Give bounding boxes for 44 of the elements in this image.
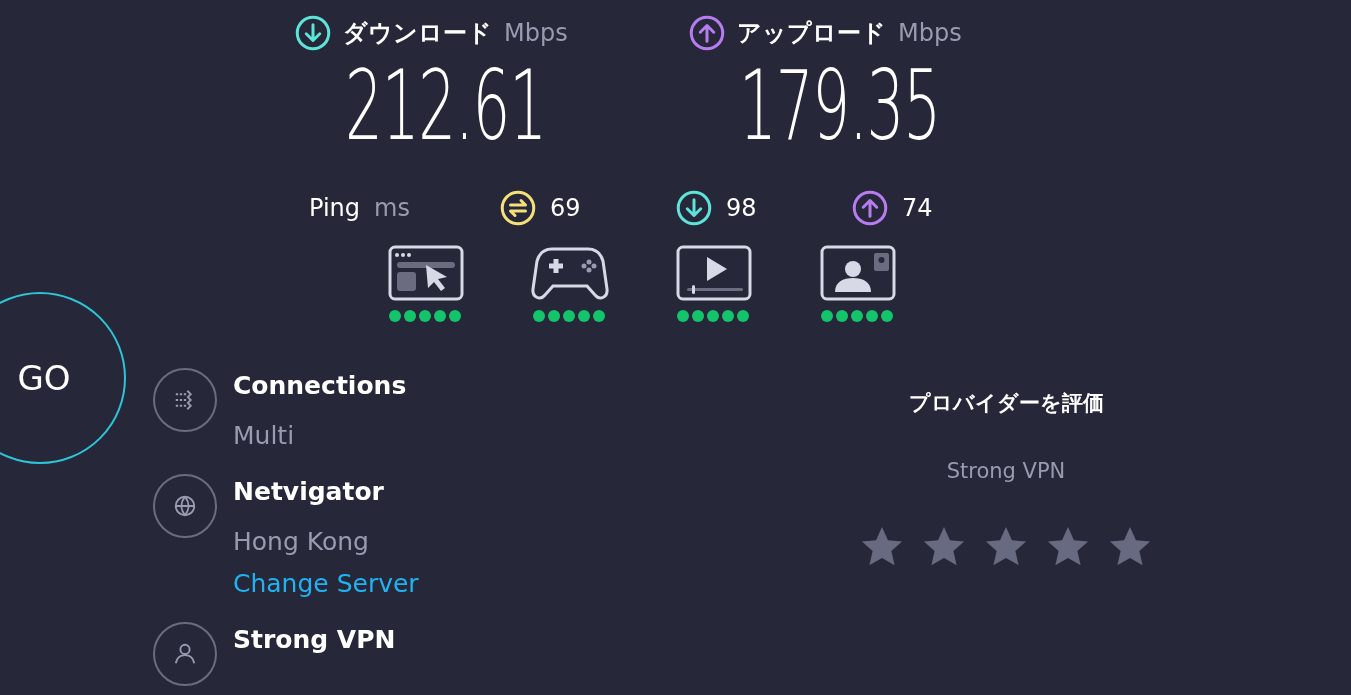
quality-dot — [404, 310, 416, 322]
download-label: ダウンロード — [343, 18, 492, 49]
server-title: Netvigator — [233, 476, 385, 508]
quality-dot — [866, 310, 878, 322]
quality-dot — [434, 310, 446, 322]
upload-speed: 179.35 — [739, 58, 940, 154]
quality-dot — [449, 310, 461, 322]
quality-dot — [851, 310, 863, 322]
quality-dot — [677, 310, 689, 322]
unit-label: Mbps — [504, 18, 568, 49]
ping-label: Ping — [309, 193, 361, 224]
browser-cursor-icon — [387, 244, 465, 302]
quality-dot — [836, 310, 848, 322]
upload-ping-value: 74 — [902, 193, 933, 224]
quality-dot — [533, 310, 545, 322]
quality-dot — [419, 310, 431, 322]
rating-title: プロバイダーを評価 — [908, 390, 1104, 417]
quality-dot — [563, 310, 575, 322]
server-subtitle: Hong Kong — [233, 526, 370, 558]
quality-dot — [593, 310, 605, 322]
quality-dot — [578, 310, 590, 322]
unit-label: ms — [374, 193, 410, 224]
change-server-link[interactable]: Change Server — [233, 566, 419, 602]
quality-dot — [821, 310, 833, 322]
quality-dot — [707, 310, 719, 322]
upload-label: アップロード — [737, 18, 886, 49]
quality-dot — [722, 310, 734, 322]
quality-dot — [692, 310, 704, 322]
provider-title: Strong VPN — [233, 624, 396, 656]
exchange-arrows-icon — [500, 190, 536, 226]
video-call-icon — [819, 244, 897, 302]
jitter-ping-value: 69 — [550, 193, 581, 224]
go-button[interactable]: GO — [0, 292, 126, 464]
connections-subtitle: Multi — [233, 420, 296, 452]
download-speed: 212.61 — [345, 58, 546, 154]
quality-dot — [548, 310, 560, 322]
quality-dot — [737, 310, 749, 322]
unit-label: Mbps — [898, 18, 962, 49]
quality-dot — [881, 310, 893, 322]
download-ping-value: 98 — [726, 193, 757, 224]
video-player-icon — [675, 244, 753, 302]
quality-dot — [389, 310, 401, 322]
connections-title: Connections — [233, 370, 407, 402]
provider-name: Strong VPN — [946, 457, 1066, 485]
